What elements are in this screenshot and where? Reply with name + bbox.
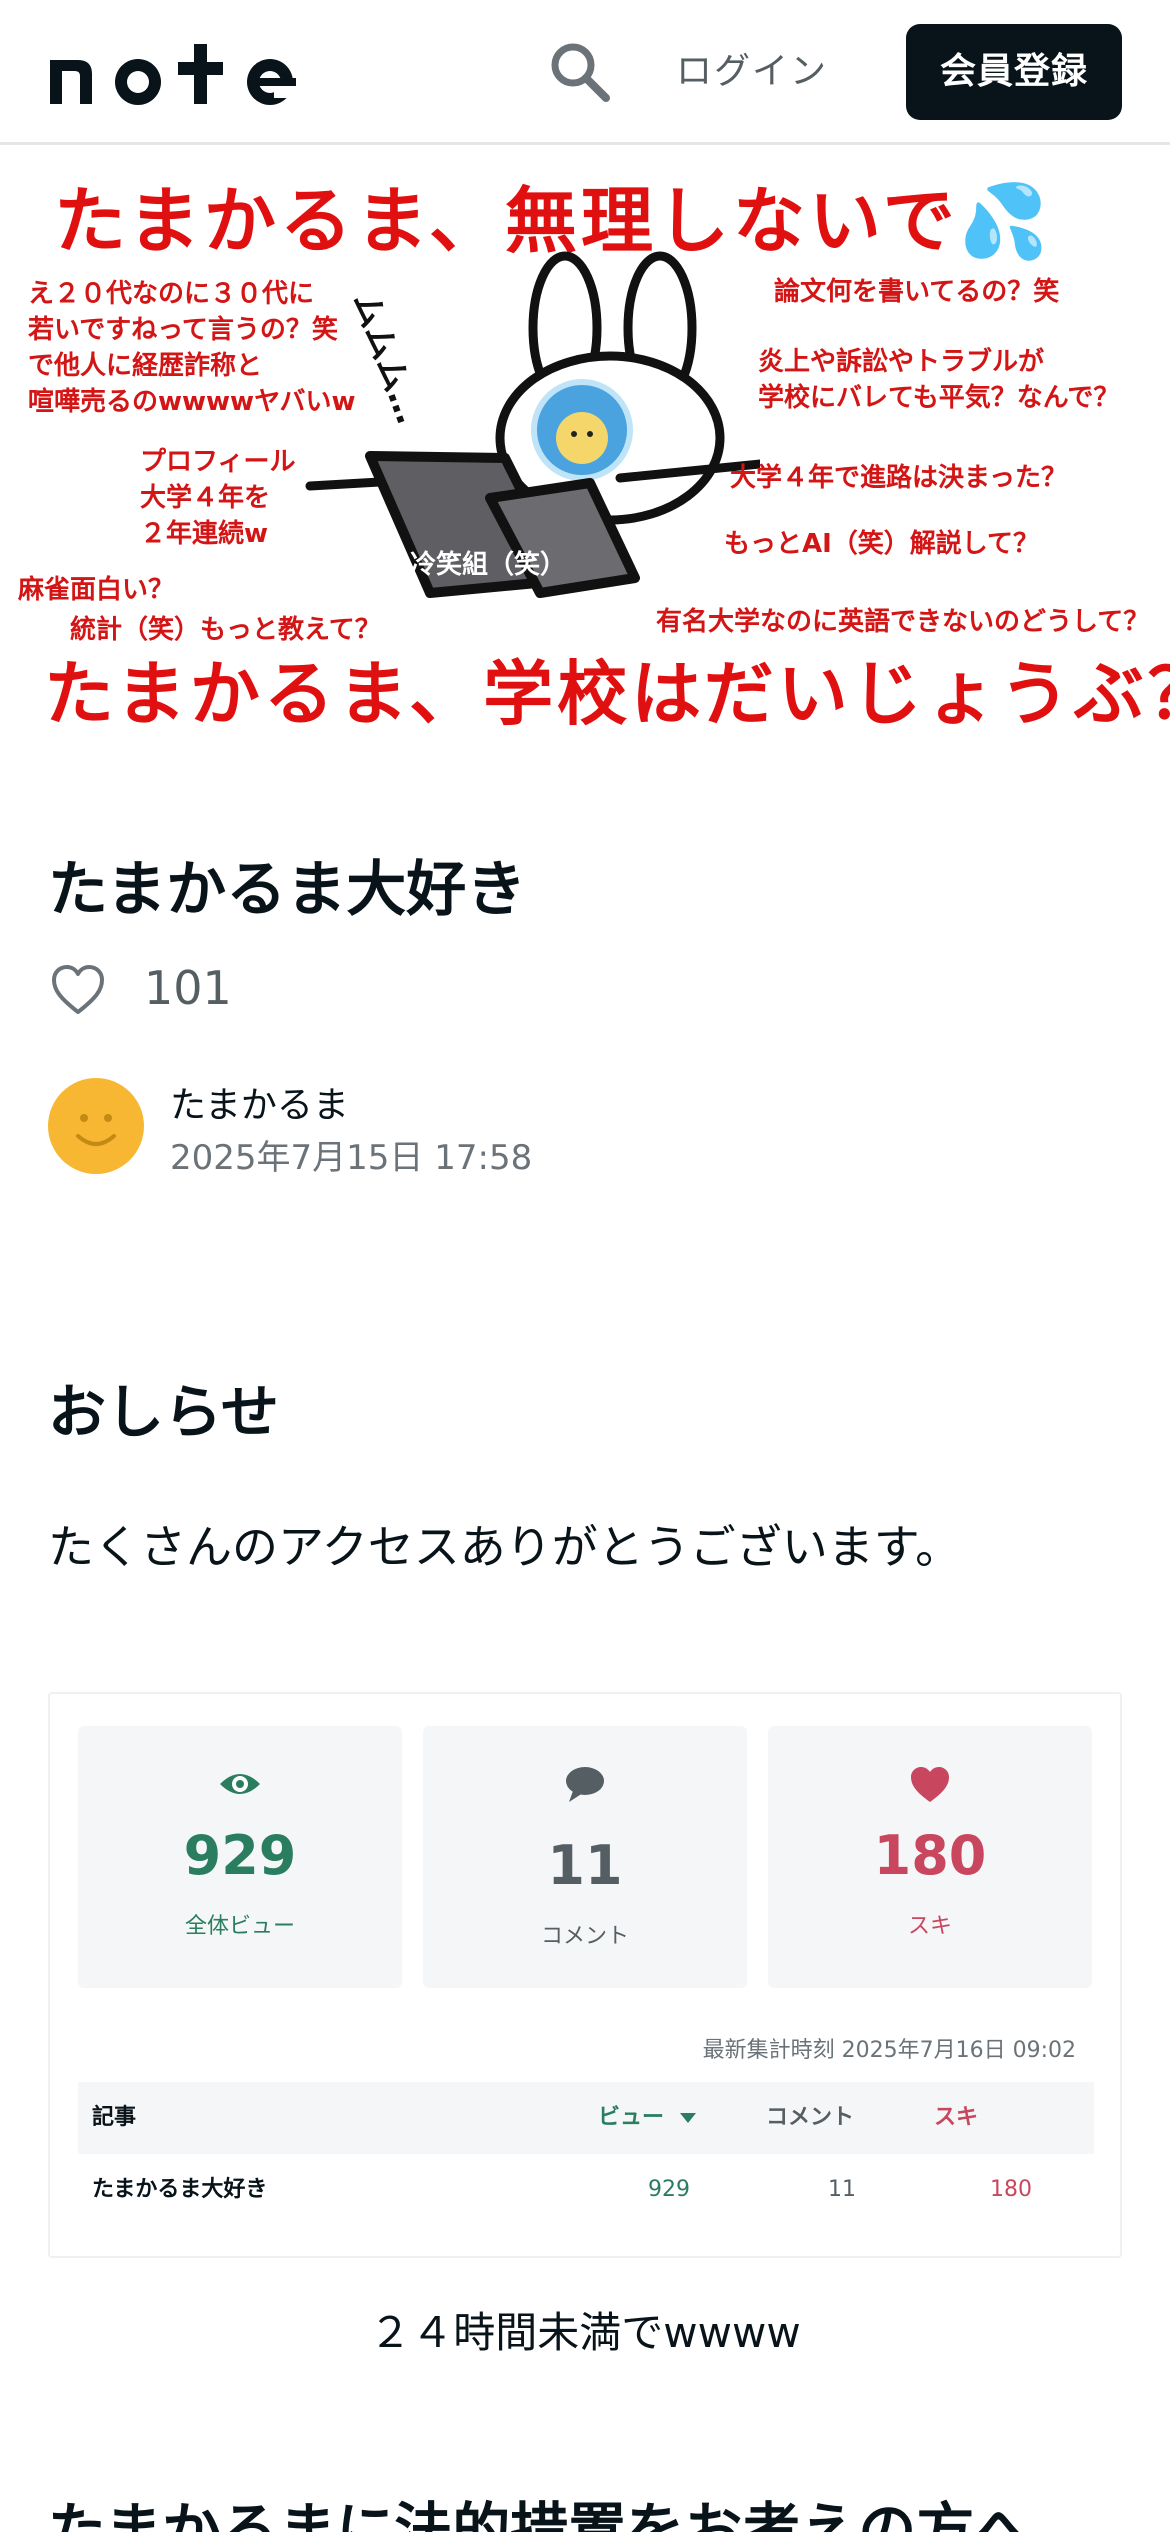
publish-date: 2025年7月15日 17:58 [170, 1138, 533, 1178]
sort-down-icon [679, 2113, 696, 2123]
row-likes: 180 [990, 2177, 1032, 2202]
hero-question: 麻雀面白い？ [18, 575, 175, 605]
article-paragraph: たくさんのアクセスありがとうございます。 [48, 1520, 962, 1574]
section-heading: おしらせ [48, 1378, 279, 1446]
col-views-label: ビュー [598, 2105, 665, 2130]
stats-card: 929 全体ビュー 11 コメント 180 スキ 最新集計時刻 2025年7月1… [48, 1692, 1122, 2258]
site-header: note ログイン 会員登録 [0, 0, 1170, 145]
col-comments[interactable]: コメント [766, 2082, 854, 2154]
row-article-title[interactable]: たまかるま大好き [92, 2154, 267, 2226]
signup-button[interactable]: 会員登録 [906, 24, 1122, 120]
likes-label: スキ [907, 1914, 952, 1939]
updated-timestamp: 最新集計時刻 2025年7月16日 09:02 [702, 2038, 1076, 2063]
heart-filled-icon [911, 1767, 949, 1802]
hero-question: 有名大学なのに英語できないのどうして？ [656, 607, 1150, 637]
hero-question: え２０代なのに３０代に 若いですねって言うの？笑 で他人に経歴詐称と 喧嘩売るの… [28, 279, 356, 417]
smiley-icon [76, 1114, 116, 1146]
author-name[interactable]: たまかるま [170, 1084, 349, 1128]
col-views[interactable]: ビュー [598, 2082, 696, 2154]
col-likes[interactable]: スキ [934, 2082, 978, 2154]
like-count: 101 [144, 961, 232, 1015]
laptop-label: 冷笑組（笑） [410, 550, 567, 580]
views-count: 929 [183, 1824, 297, 1887]
views-label: 全体ビュー [184, 1914, 295, 1939]
row-comments: 11 [828, 2177, 856, 2202]
after-stats-text: ２４時間未満でwwww [369, 2308, 801, 2357]
heart-outline-icon[interactable] [50, 964, 106, 1016]
next-section-heading: たまかるまに法的措置をお考えの方へ [48, 2496, 1033, 2532]
eye-icon [220, 1774, 260, 1794]
col-article: 記事 [92, 2105, 137, 2130]
likes-count: 180 [873, 1824, 987, 1887]
views-box: 929 全体ビュー [78, 1726, 402, 1988]
stats-table-header: 記事 ビュー コメント スキ [78, 2082, 1094, 2154]
hero-question: プロフィール 大学４年を ２年連続w [140, 447, 296, 549]
hero-image: たまかるま、無理しないで💦 冷笑組（笑） ムムム… え２０代なのに３０代に 若い… [0, 148, 1170, 758]
login-link[interactable]: ログイン [676, 44, 828, 100]
article-title: たまかるま大好き [48, 855, 527, 925]
hero-question: 炎上や訴訟やトラブルが 学校にバレても平気？なんで？ [758, 347, 1120, 413]
comments-count: 11 [547, 1834, 623, 1897]
note-logo[interactable]: note [48, 40, 348, 106]
hero-question: もっとAI（笑）解説して？ [724, 529, 1040, 559]
search-icon[interactable] [546, 38, 614, 106]
comments-box: 11 コメント [423, 1726, 747, 1988]
speech-bubble-icon [566, 1767, 604, 1802]
comments-label: コメント [540, 1924, 629, 1949]
hero-question: 大学４年で進路は決まった？ [730, 463, 1067, 493]
row-views: 929 [648, 2177, 690, 2202]
table-row[interactable]: たまかるま大好き 929 11 180 [78, 2154, 1094, 2226]
hero-question: 論文何を書いてるの？笑 [774, 277, 1060, 307]
likes-box: 180 スキ [768, 1726, 1092, 1988]
avatar[interactable] [48, 1078, 144, 1174]
hero-headline-bottom: たまかるま、学校はだいじょうぶ？ [44, 653, 1170, 735]
